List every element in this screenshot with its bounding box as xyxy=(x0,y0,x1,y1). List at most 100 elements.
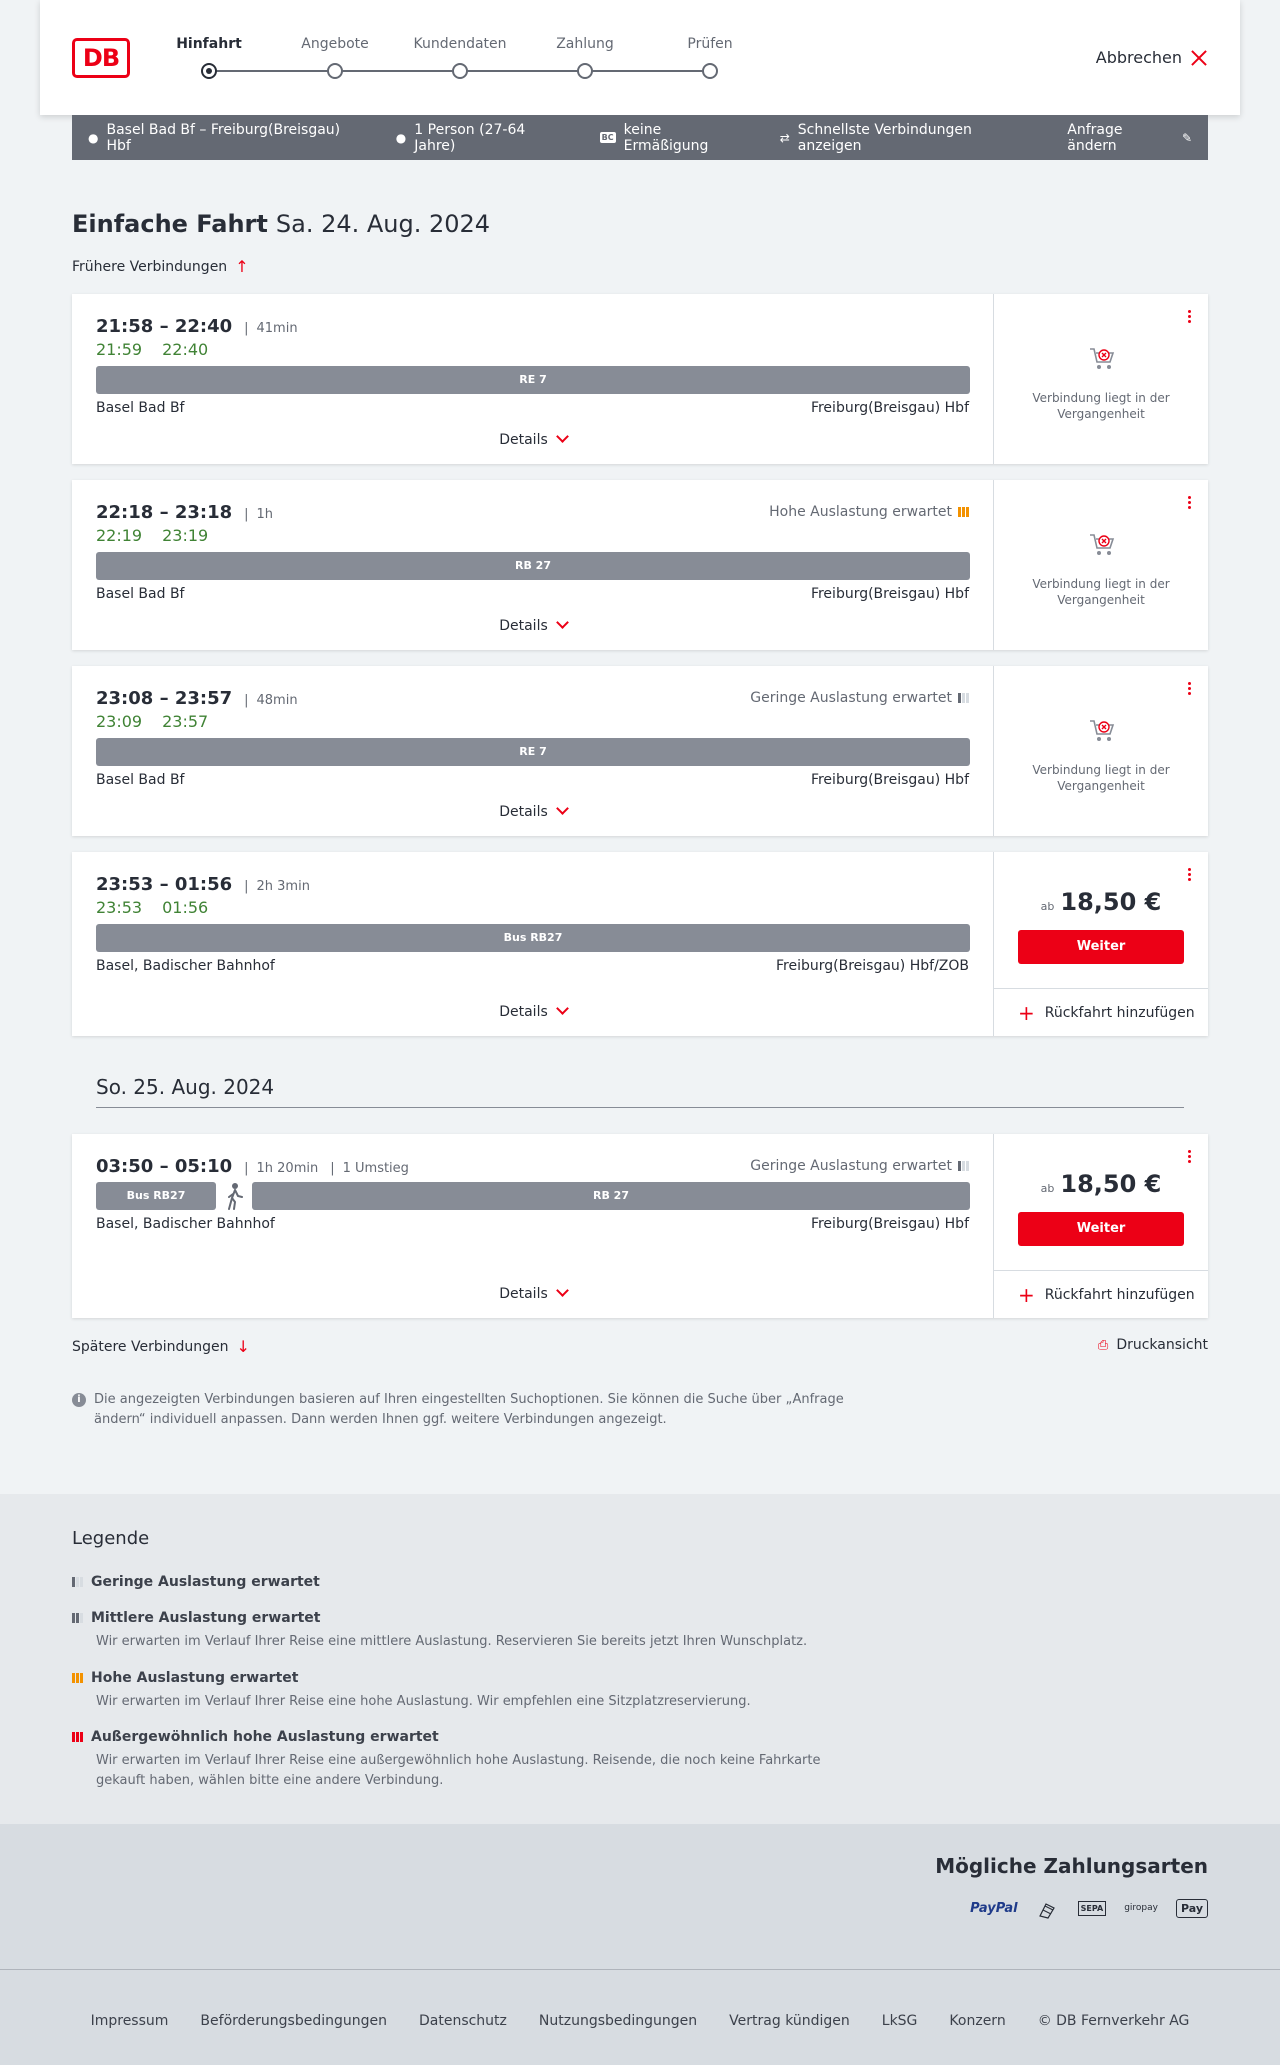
more-options-icon[interactable] xyxy=(1188,1150,1192,1163)
details-toggle[interactable]: Details xyxy=(72,430,994,448)
utilization-text: Hohe Auslastung erwartet xyxy=(769,504,952,520)
chevron-down-icon xyxy=(555,430,569,443)
connection-times-row: 23:08 – 23:57 | 48min xyxy=(96,688,298,709)
add-return-trip-button[interactable]: + Rückfahrt hinzufügen xyxy=(994,988,1208,1036)
route-item: ● Basel Bad Bf – Freiburg(Breisgau) Hbf xyxy=(88,122,364,154)
continue-button[interactable]: Weiter xyxy=(1018,1212,1184,1246)
utilization-info: Hohe Auslastung erwartet xyxy=(769,504,969,520)
more-options-icon[interactable] xyxy=(1188,310,1192,323)
extreme-utilization-icon xyxy=(72,1732,83,1742)
trip-type: Einfache Fahrt xyxy=(72,210,268,238)
legend-item-high: Hohe Auslastung erwartet Wir erwarten im… xyxy=(72,1670,872,1712)
past-connection-notice: Verbindung liegt in der Vergangenheit xyxy=(1032,763,1170,793)
step-hinfahrt-label: Hinfahrt xyxy=(176,36,242,52)
footer-links: Impressum Beförderungsbedingungen Datens… xyxy=(0,2013,1280,2029)
details-toggle[interactable]: Details xyxy=(72,1002,994,1020)
legend-item-title: Geringe Auslastung erwartet xyxy=(91,1574,320,1590)
chevron-down-icon xyxy=(555,1002,569,1015)
duration: 41min xyxy=(256,321,298,336)
payment-icons: PayPal SEPA giropay Pay xyxy=(970,1896,1208,1920)
realtime-departure: 22:19 xyxy=(96,526,143,545)
legend-item-extreme: Außergewöhnlich hohe Auslastung erwartet… xyxy=(72,1729,872,1791)
planned-times: 21:58 – 22:40 xyxy=(96,316,233,337)
planned-times: 23:53 – 01:56 xyxy=(96,874,233,895)
details-label: Details xyxy=(499,1004,548,1020)
continue-button[interactable]: Weiter xyxy=(1018,930,1184,964)
planned-times: 23:08 – 23:57 xyxy=(96,688,233,709)
print-label: Druckansicht xyxy=(1116,1337,1208,1353)
connection-times-row: 23:53 – 01:56 | 2h 3min xyxy=(96,874,310,895)
footer-copyright: © DB Fernverkehr AG xyxy=(1037,2013,1190,2029)
footer-link-konzern[interactable]: Konzern xyxy=(949,2013,1005,2029)
bus-bar[interactable]: Bus RB27 xyxy=(96,1182,216,1210)
discount-item: BC keine Ermäßigung xyxy=(599,122,748,154)
add-return-label: Rückfahrt hinzufügen xyxy=(1044,1004,1195,1021)
high-utilization-icon xyxy=(958,507,969,517)
option-item: ⇄ Schnellste Verbindungen anzeigen xyxy=(780,122,1036,154)
details-toggle[interactable]: Details xyxy=(72,802,994,820)
departure-station: Basel Bad Bf xyxy=(96,772,185,788)
change-request-button[interactable]: Anfrage ändern ✎ xyxy=(1067,122,1192,154)
legend-title: Legende xyxy=(72,1528,150,1549)
departure-station: Basel Bad Bf xyxy=(96,586,185,602)
price-prefix: ab xyxy=(1040,900,1055,913)
search-summary-bar: ● Basel Bad Bf – Freiburg(Breisgau) Hbf … xyxy=(72,115,1208,160)
walking-icon xyxy=(228,1183,243,1210)
train-bar[interactable]: RB 27 xyxy=(96,552,970,580)
earlier-connections-link[interactable]: Frühere Verbindungen ↑ xyxy=(72,257,249,276)
arrival-station: Freiburg(Breisgau) Hbf/ZOB xyxy=(776,958,969,974)
footer-link-befoerderungsbedingungen[interactable]: Beförderungsbedingungen xyxy=(200,2013,387,2029)
price-value: 18,50 € xyxy=(1060,1170,1162,1198)
planned-times: 03:50 – 05:10 xyxy=(96,1156,233,1177)
plus-icon: + xyxy=(1018,1000,1035,1025)
details-label: Details xyxy=(499,1286,548,1302)
later-connections-link[interactable]: Spätere Verbindungen ↓ xyxy=(72,1337,250,1356)
train-bar[interactable]: RB 27 xyxy=(252,1182,970,1210)
earlier-label: Frühere Verbindungen xyxy=(72,258,228,275)
footer-link-impressum[interactable]: Impressum xyxy=(91,2013,169,2029)
footer-link-lksg[interactable]: LkSG xyxy=(882,2013,918,2029)
details-toggle[interactable]: Details xyxy=(72,1284,994,1302)
duration: 48min xyxy=(256,693,298,708)
details-label: Details xyxy=(499,618,548,634)
legend-section: Legende Geringe Auslastung erwartet Mitt… xyxy=(0,1494,1280,1824)
mid-utilization-icon xyxy=(72,1613,83,1623)
trip-date: Sa. 24. Aug. 2024 xyxy=(275,210,491,238)
more-options-icon[interactable] xyxy=(1188,682,1192,695)
connection-card: 23:08 – 23:57 | 48min Geringe Auslastung… xyxy=(72,666,1208,836)
legend-item-low: Geringe Auslastung erwartet xyxy=(72,1574,872,1590)
realtime-departure: 21:59 xyxy=(96,340,143,359)
more-options-icon[interactable] xyxy=(1188,868,1192,881)
utilization-info: Geringe Auslastung erwartet xyxy=(750,1158,969,1174)
add-return-label: Rückfahrt hinzufügen xyxy=(1044,1286,1195,1303)
realtime-times: 23:53 01:56 xyxy=(96,898,208,917)
printer-icon: ⎙ xyxy=(1097,1337,1109,1353)
arrival-station: Freiburg(Breisgau) Hbf xyxy=(810,586,969,602)
more-options-icon[interactable] xyxy=(1188,496,1192,509)
legend-item-title: Außergewöhnlich hohe Auslastung erwartet xyxy=(91,1729,439,1745)
past-connection-notice: Verbindung liegt in der Vergangenheit xyxy=(1032,391,1170,421)
legend-item-desc: Wir erwarten im Verlauf Ihrer Reise eine… xyxy=(96,1753,821,1788)
sepa-icon: SEPA xyxy=(1077,1900,1107,1916)
train-bar[interactable]: RE 7 xyxy=(96,738,970,766)
payment-title: Mögliche Zahlungsarten xyxy=(935,1854,1208,1878)
price-value: 18,50 € xyxy=(1060,888,1162,916)
train-bar[interactable]: Bus RB27 xyxy=(96,924,970,952)
train-bar[interactable]: RE 7 xyxy=(96,366,970,394)
connection-card: 03:50 – 05:10 | 1h 20min | 1 Umstieg Ger… xyxy=(72,1134,1208,1318)
arrow-down-icon: ↓ xyxy=(236,1337,250,1356)
add-return-trip-button[interactable]: + Rückfahrt hinzufügen xyxy=(994,1270,1208,1318)
departure-station: Basel Bad Bf xyxy=(96,400,185,416)
later-label: Spätere Verbindungen xyxy=(72,1338,229,1355)
details-toggle[interactable]: Details xyxy=(72,616,994,634)
high-utilization-icon xyxy=(72,1673,83,1683)
footer-link-datenschutz[interactable]: Datenschutz xyxy=(419,2013,507,2029)
footer-link-nutzungsbedingungen[interactable]: Nutzungsbedingungen xyxy=(539,2013,697,2029)
connection-times-row: 03:50 – 05:10 | 1h 20min | 1 Umstieg xyxy=(96,1156,409,1177)
cancel-button[interactable]: Abbrechen xyxy=(1096,48,1208,67)
realtime-arrival: 01:56 xyxy=(162,898,209,917)
print-view-link[interactable]: ⎙ Druckansicht xyxy=(1098,1337,1208,1353)
cancel-label: Abbrechen xyxy=(1095,48,1182,67)
footer-link-vertrag-kuendigen[interactable]: Vertrag kündigen xyxy=(729,2013,850,2029)
db-logo[interactable]: DB xyxy=(72,38,130,78)
